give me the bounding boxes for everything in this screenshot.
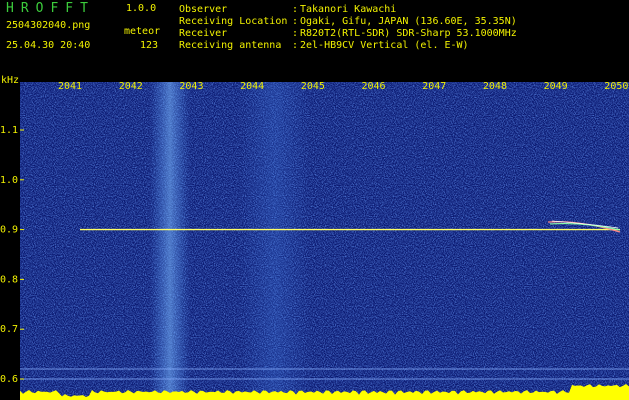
x-tick-label: 2041 — [58, 81, 82, 92]
noise-texture — [20, 82, 629, 400]
observer-label: Observer — [179, 4, 228, 15]
y-tick-label: 0.7 — [0, 324, 18, 335]
activity-band-2044 — [240, 82, 310, 400]
x-tick-label: 2047 — [422, 81, 446, 92]
y-axis-unit-label: kHz — [1, 75, 19, 86]
colon-separator: : — [292, 40, 299, 51]
location-label: Receiving Location — [179, 16, 288, 27]
y-tick-label: 0.9 — [0, 225, 18, 236]
receiver-label: Receiver — [179, 28, 228, 39]
header-panel: HROFFT 1.0.0 2504302040.png meteor 25.04… — [0, 0, 629, 72]
app-title: HROFFT — [6, 1, 95, 16]
y-tick-label: 1.0 — [0, 175, 18, 186]
colon-separator: : — [292, 28, 299, 39]
y-tick-label: 1.1 — [0, 125, 18, 136]
receiver-value: R820T2(RTL-SDR) SDR-Sharp 53.1000MHz — [300, 28, 517, 39]
meteor-label: meteor — [124, 26, 161, 37]
colon-separator: : — [292, 4, 299, 15]
activity-band-2042 — [150, 82, 190, 400]
observer-value: Takanori Kawachi — [300, 4, 397, 15]
x-tick-label: 2043 — [179, 81, 203, 92]
x-tick-label: 2046 — [362, 81, 386, 92]
x-tick-label: 2042 — [119, 81, 143, 92]
antenna-value: 2el-HB9CV Vertical (el. E-W) — [300, 40, 469, 51]
location-value: Ogaki, Gifu, JAPAN (136.60E, 35.35N) — [300, 16, 517, 27]
y-tick-label: 0.6 — [0, 374, 18, 385]
x-tick-label: 2050 — [604, 81, 628, 92]
app-version: 1.0.0 — [126, 3, 157, 14]
x-tick-label: 2045 — [301, 81, 325, 92]
y-tick-label: 0.8 — [0, 274, 18, 285]
spectrogram-panel: kHz 1.1 1.0 0.9 0.8 0.7 0.6 2041 2042 2043 2044 2… — [0, 72, 629, 400]
observation-datetime: 25.04.30 20:40 — [6, 40, 91, 51]
colon-separator: : — [292, 16, 299, 27]
antenna-label: Receiving antenna — [179, 40, 282, 51]
image-filename: 2504302040.png — [6, 20, 91, 31]
meteor-count: 123 — [140, 40, 159, 51]
x-tick-label: 2044 — [240, 81, 264, 92]
x-tick-label: 2048 — [483, 81, 507, 92]
x-tick-label: 2049 — [544, 81, 568, 92]
